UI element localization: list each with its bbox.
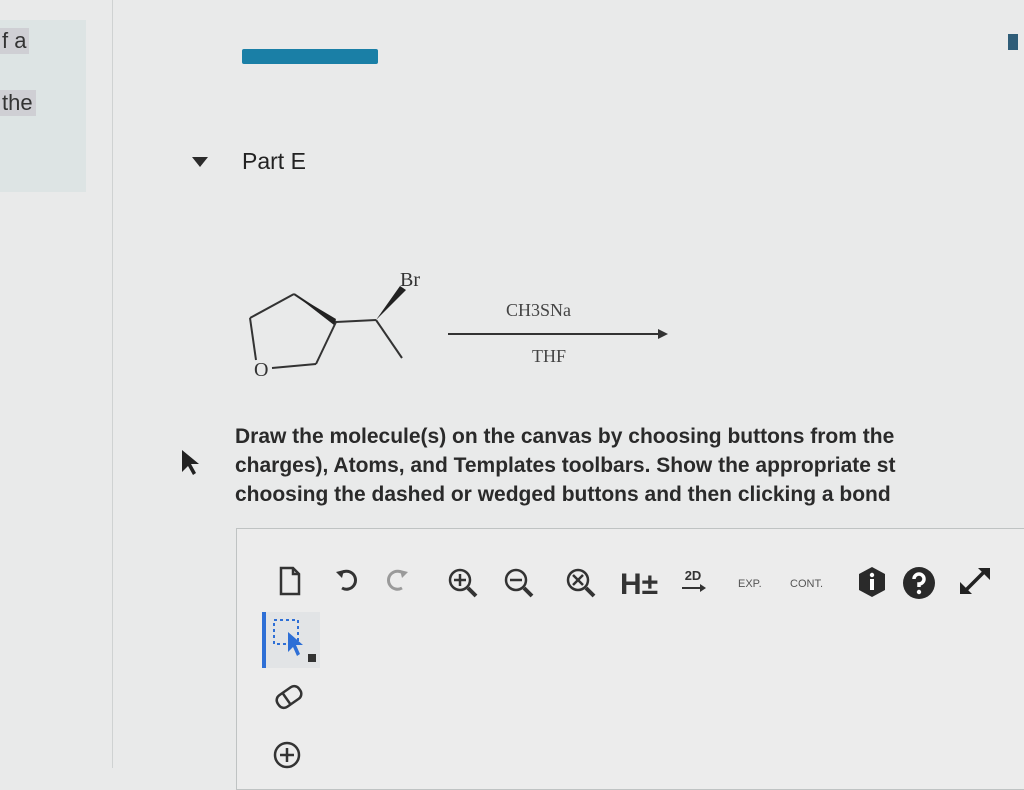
cursor-arrow-icon (182, 450, 199, 475)
reagent-top: CH3SNa (506, 300, 571, 320)
help-icon (903, 567, 935, 599)
expand-button[interactable]: EXP. (738, 578, 762, 590)
zoom-in-button[interactable] (446, 566, 480, 600)
ring-atom-label: O (254, 359, 268, 381)
clean-2d-arrow-icon (682, 584, 706, 592)
fullscreen-button[interactable] (958, 566, 992, 596)
zoom-in-icon (448, 568, 478, 598)
divider (112, 0, 113, 768)
expand-arrows-icon (960, 568, 990, 594)
arrow-head-icon (658, 329, 668, 339)
reaction-scheme: Br O CH3SNa THF (249, 269, 668, 381)
wedge-bond-br (376, 286, 406, 320)
part-header[interactable]: Part E (192, 148, 306, 175)
plus-circle-icon (273, 741, 301, 769)
corner-marker (1008, 34, 1018, 50)
zoom-out-button[interactable] (502, 566, 536, 600)
left-panel-text-2: the (0, 90, 36, 116)
clean-2d-label: 2D (684, 568, 702, 583)
redo-button[interactable] (384, 566, 410, 592)
info-icon (859, 567, 885, 597)
help-button[interactable] (902, 566, 936, 600)
eraser-button[interactable] (272, 682, 306, 717)
toggle-hydrogens-button[interactable]: H± (620, 568, 658, 602)
caret-down-icon[interactable] (192, 156, 208, 167)
contract-label: CONT. (790, 578, 823, 590)
wedge-bond-ring (294, 294, 336, 325)
substituent-label: Br (400, 269, 420, 291)
info-button[interactable] (856, 566, 888, 598)
add-charge-button[interactable] (272, 740, 302, 775)
reagent-bottom: THF (532, 346, 566, 366)
contract-button[interactable]: CONT. (790, 578, 823, 590)
zoom-reset-button[interactable] (564, 566, 598, 600)
zoom-reset-icon (566, 568, 596, 598)
molecule-structure (249, 293, 403, 369)
instructions-line-2: charges), Atoms, and Templates toolbars.… (235, 454, 896, 477)
undo-icon (336, 569, 358, 591)
redo-icon (386, 569, 408, 591)
submit-button-bar[interactable] (242, 49, 378, 64)
marquee-select-icon (273, 619, 316, 662)
expand-label: EXP. (738, 578, 762, 590)
instructions-text: Draw the molecule(s) on the canvas by ch… (235, 422, 1024, 509)
left-panel-text-1: f a (0, 28, 30, 54)
selection-tool-button[interactable] (262, 612, 320, 668)
eraser-icon (275, 684, 303, 710)
zoom-out-icon (504, 568, 534, 598)
instructions-line-1: Draw the molecule(s) on the canvas by ch… (235, 425, 895, 448)
document-icon (279, 566, 301, 596)
clean-2d-button[interactable]: 2D (680, 568, 706, 593)
new-document-button[interactable] (278, 566, 302, 596)
instructions-line-3: choosing the dashed or wedged buttons an… (235, 483, 891, 506)
undo-button[interactable] (334, 566, 360, 592)
part-title: Part E (242, 148, 306, 174)
